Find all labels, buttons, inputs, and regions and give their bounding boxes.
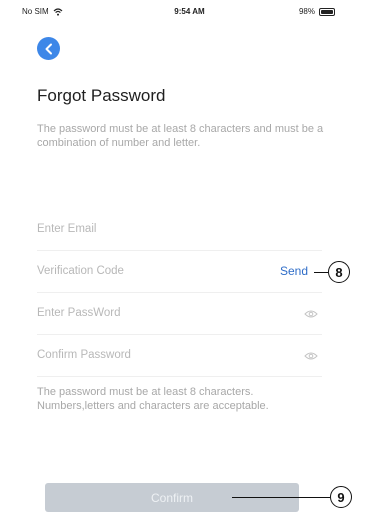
chevron-left-icon <box>45 43 52 54</box>
callout-line-send <box>314 272 328 273</box>
battery-percent: 98% <box>298 7 315 16</box>
confirm-password-placeholder: Confirm Password <box>37 349 131 361</box>
email-placeholder: Enter Email <box>37 223 97 235</box>
send-code-button[interactable]: Send <box>280 264 308 278</box>
battery-icon <box>319 7 335 16</box>
eye-icon[interactable] <box>304 309 318 319</box>
page-title: Forgot Password <box>37 86 166 105</box>
password-hint: The password must be at least 8 characte… <box>37 386 269 412</box>
callout-badge-send: 8 <box>328 261 350 283</box>
eye-icon[interactable] <box>304 351 318 361</box>
confirm-password-field[interactable]: Confirm Password <box>37 337 322 377</box>
back-button[interactable] <box>37 37 60 60</box>
password-field[interactable]: Enter PassWord <box>37 295 322 335</box>
verification-code-placeholder: Verification Code <box>37 265 124 277</box>
callout-badge-confirm: 9 <box>330 486 352 508</box>
password-rule-description: The password must be at least 8 characte… <box>37 123 324 149</box>
status-bar: No SIM 9:54 AM 98% <box>0 0 379 22</box>
email-field[interactable]: Enter Email <box>37 211 322 251</box>
status-right: 98% <box>299 7 335 16</box>
password-placeholder: Enter PassWord <box>37 307 121 319</box>
callout-line-confirm <box>232 497 330 498</box>
verification-code-field[interactable]: Verification Code Send <box>37 253 322 293</box>
